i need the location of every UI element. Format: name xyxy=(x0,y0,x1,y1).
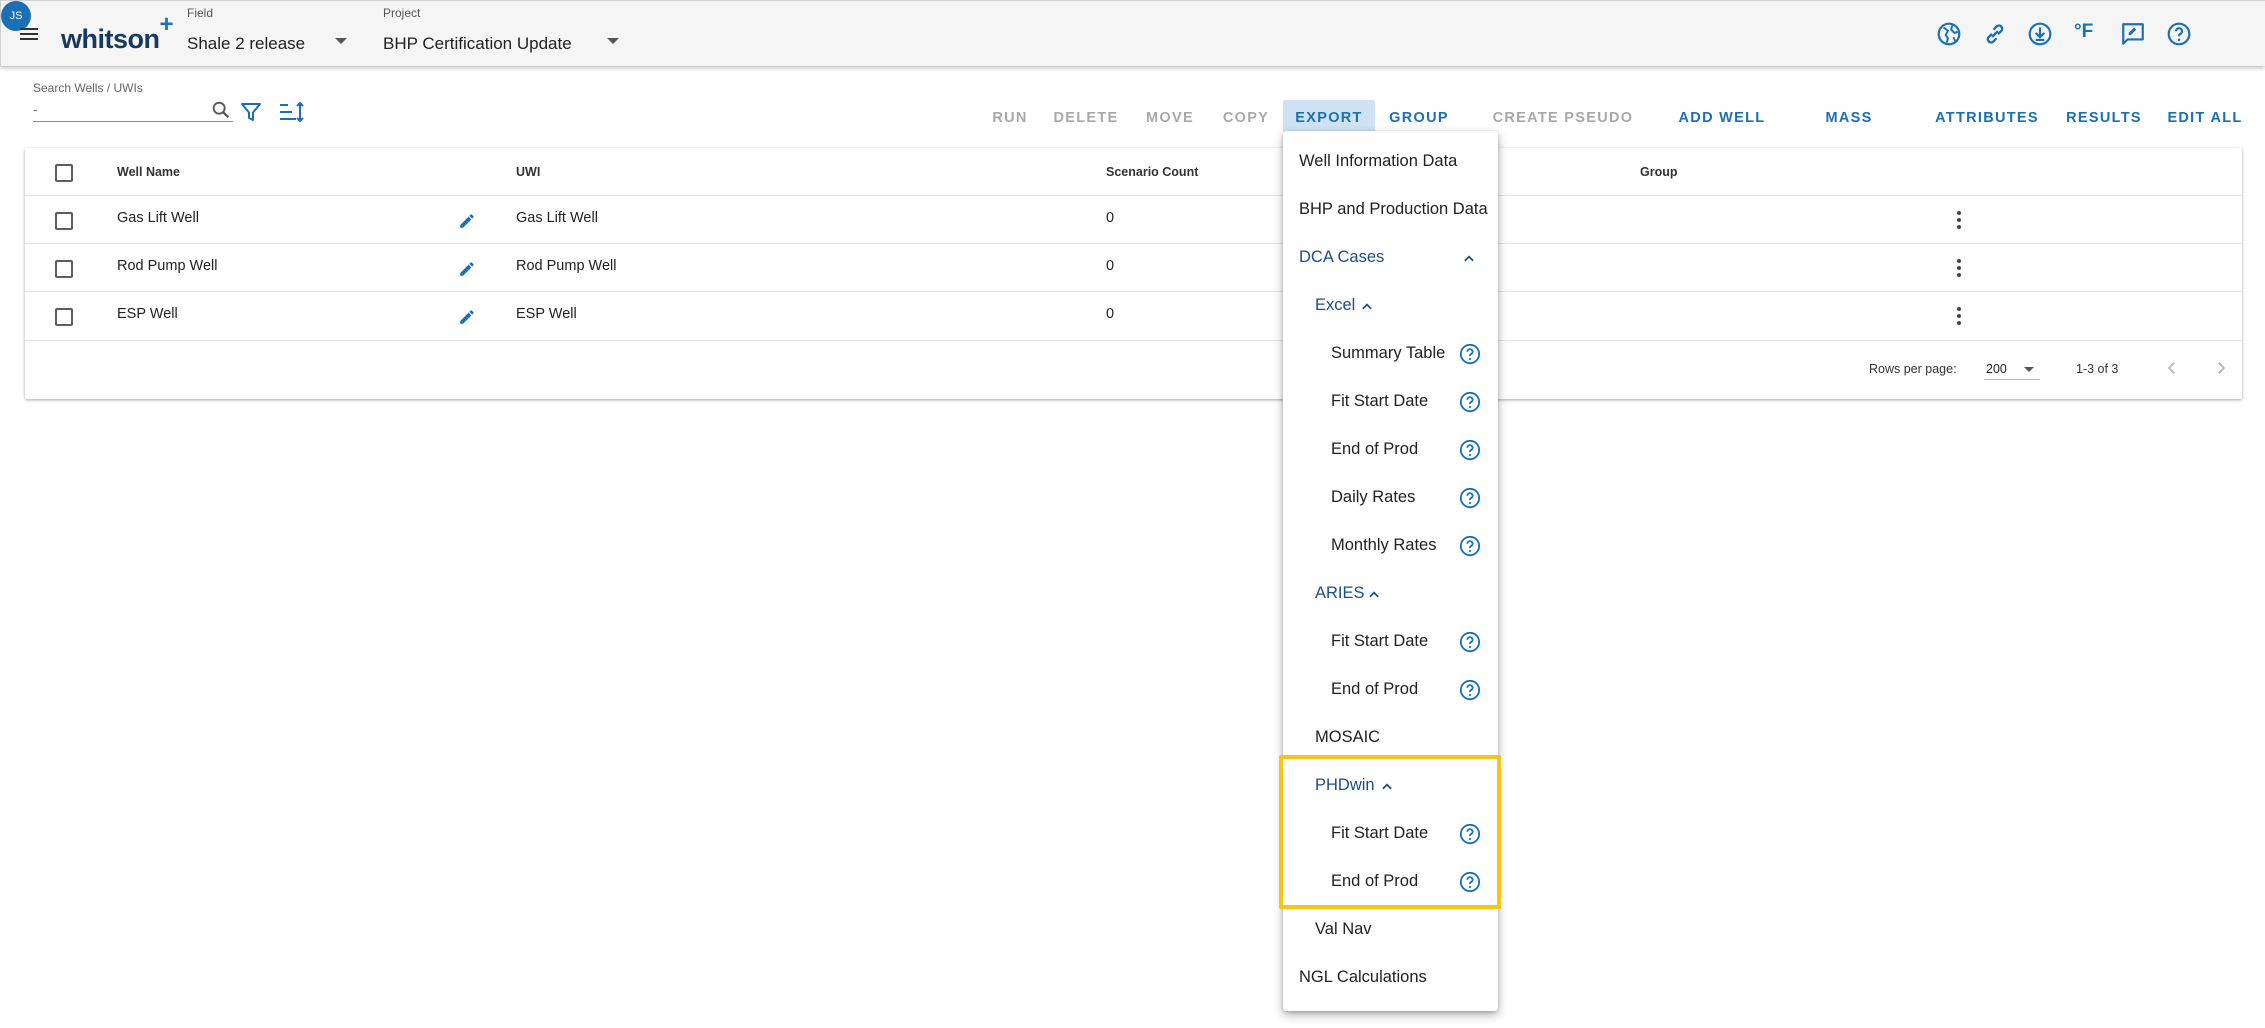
row-divider xyxy=(25,340,2242,341)
chevron-down-icon xyxy=(2024,367,2034,372)
chevron-up-icon[interactable] xyxy=(1360,300,1374,314)
help-circle-icon[interactable] xyxy=(1459,487,1481,509)
edit-all-button[interactable]: EDIT ALL xyxy=(2165,100,2245,136)
chevron-down-icon xyxy=(607,38,619,44)
phdwin-highlight-box xyxy=(1279,755,1501,909)
menu-item-excel-fit-start-date[interactable]: Fit Start Date xyxy=(1331,392,1428,411)
row-divider xyxy=(25,291,2242,292)
help-circle-icon[interactable] xyxy=(1459,631,1481,653)
uwi-cell: ESP Well xyxy=(516,306,577,322)
menu-item-aries-end-of-prod[interactable]: End of Prod xyxy=(1331,680,1418,699)
search-icon[interactable] xyxy=(210,99,232,121)
select-all-checkbox[interactable] xyxy=(55,164,73,182)
sort-icon[interactable] xyxy=(278,100,304,124)
row-divider xyxy=(25,243,2242,244)
project-value: BHP Certification Update xyxy=(383,34,572,53)
filter-icon[interactable] xyxy=(239,100,263,124)
help-icon[interactable] xyxy=(2166,21,2192,47)
link-icon[interactable] xyxy=(1982,21,2008,47)
scenario-count-cell: 0 xyxy=(1106,306,1115,322)
chevron-down-icon xyxy=(335,38,347,44)
pagination-range: 1-3 of 3 xyxy=(2076,362,2119,376)
menu-item-aries[interactable]: ARIES xyxy=(1315,584,1365,603)
run-button[interactable]: RUN xyxy=(986,100,1034,136)
edit-pencil-icon[interactable] xyxy=(458,308,476,326)
chevron-up-icon[interactable] xyxy=(1462,252,1476,266)
row-divider xyxy=(25,195,2242,196)
project-label: Project xyxy=(383,6,421,20)
feedback-icon[interactable] xyxy=(2120,21,2146,47)
column-header-scenario-count[interactable]: Scenario Count xyxy=(1106,165,1198,179)
attributes-button[interactable]: ATTRIBUTES xyxy=(1934,100,2040,136)
help-circle-icon[interactable] xyxy=(1459,679,1481,701)
mass-upload-button[interactable]: MASS UPLOAD xyxy=(1790,100,1908,162)
create-pseudo-well-button[interactable]: CREATE PSEUDO WELL xyxy=(1472,100,1654,162)
rows-per-page-value: 200 xyxy=(1986,362,2007,376)
app-logo[interactable]: whitson+ xyxy=(61,11,173,55)
rows-per-page-select[interactable]: 200 xyxy=(1984,358,2040,380)
delete-button[interactable]: DELETE xyxy=(1052,100,1120,136)
scenario-count-cell: 0 xyxy=(1106,210,1115,226)
copy-button[interactable]: COPY xyxy=(1218,100,1274,136)
menu-item-excel-end-of-prod[interactable]: End of Prod xyxy=(1331,440,1418,459)
menu-item-excel-daily-rates[interactable]: Daily Rates xyxy=(1331,488,1415,507)
menu-item-excel-monthly-rates[interactable]: Monthly Rates xyxy=(1331,536,1436,555)
project-select[interactable]: Project BHP Certification Update xyxy=(383,6,623,56)
chevron-right-icon[interactable] xyxy=(2212,359,2230,377)
menu-item-dca-cases[interactable]: DCA Cases xyxy=(1299,248,1384,267)
uwi-cell: Gas Lift Well xyxy=(516,210,598,226)
menu-item-val-nav[interactable]: Val Nav xyxy=(1315,920,1372,939)
app-header: whitson+ Field Shale 2 release Project B… xyxy=(0,0,2265,66)
help-circle-icon[interactable] xyxy=(1459,343,1481,365)
column-header-uwi[interactable]: UWI xyxy=(516,165,540,179)
row-actions-icon[interactable] xyxy=(1957,259,1961,280)
edit-pencil-icon[interactable] xyxy=(458,212,476,230)
chevron-up-icon[interactable] xyxy=(1367,588,1381,602)
fahrenheit-icon[interactable]: °F xyxy=(2074,21,2093,43)
edit-pencil-icon[interactable] xyxy=(458,260,476,278)
scenario-count-cell: 0 xyxy=(1106,258,1115,274)
search-input[interactable] xyxy=(33,98,203,120)
row-checkbox[interactable] xyxy=(55,308,73,326)
row-actions-icon[interactable] xyxy=(1957,307,1961,328)
move-button[interactable]: MOVE xyxy=(1140,100,1200,136)
menu-item-excel-summary-table[interactable]: Summary Table xyxy=(1331,344,1445,363)
menu-item-excel[interactable]: Excel xyxy=(1315,296,1355,315)
menu-item-mosaic[interactable]: MOSAIC xyxy=(1315,728,1380,747)
menu-item-aries-fit-start-date[interactable]: Fit Start Date xyxy=(1331,632,1428,651)
menu-item-bhp-production-data[interactable]: BHP and Production Data xyxy=(1299,200,1488,219)
menu-icon[interactable] xyxy=(17,22,41,46)
help-circle-icon[interactable] xyxy=(1459,535,1481,557)
uwi-cell: Rod Pump Well xyxy=(516,258,617,274)
search-underline xyxy=(33,121,233,122)
row-actions-icon[interactable] xyxy=(1957,211,1961,232)
well-name-cell[interactable]: Gas Lift Well xyxy=(117,210,199,226)
row-checkbox[interactable] xyxy=(55,212,73,230)
well-name-cell[interactable]: ESP Well xyxy=(117,306,178,322)
field-value: Shale 2 release xyxy=(187,34,306,53)
row-checkbox[interactable] xyxy=(55,260,73,278)
help-circle-icon[interactable] xyxy=(1459,439,1481,461)
well-name-cell[interactable]: Rod Pump Well xyxy=(117,258,217,274)
search-label: Search Wells / UWIs xyxy=(33,81,143,95)
globe-icon[interactable] xyxy=(1936,21,1962,47)
field-select[interactable]: Field Shale 2 release xyxy=(187,6,347,56)
menu-item-well-information-data[interactable]: Well Information Data xyxy=(1299,152,1457,171)
menu-item-ngl-calculations[interactable]: NGL Calculations xyxy=(1299,968,1427,987)
field-label: Field xyxy=(187,6,214,20)
results-button[interactable]: RESULTS xyxy=(2065,100,2143,136)
rows-per-page-label: Rows per page: xyxy=(1869,362,1957,376)
help-circle-icon[interactable] xyxy=(1459,391,1481,413)
column-header-well-name[interactable]: Well Name xyxy=(117,165,180,179)
download-icon[interactable] xyxy=(2027,21,2053,47)
add-well-button[interactable]: ADD WELL xyxy=(1678,100,1766,136)
wells-table: Well Name UWI Scenario Count Group Gas L… xyxy=(25,148,2242,399)
column-header-group[interactable]: Group xyxy=(1640,165,1678,179)
chevron-left-icon[interactable] xyxy=(2163,359,2181,377)
